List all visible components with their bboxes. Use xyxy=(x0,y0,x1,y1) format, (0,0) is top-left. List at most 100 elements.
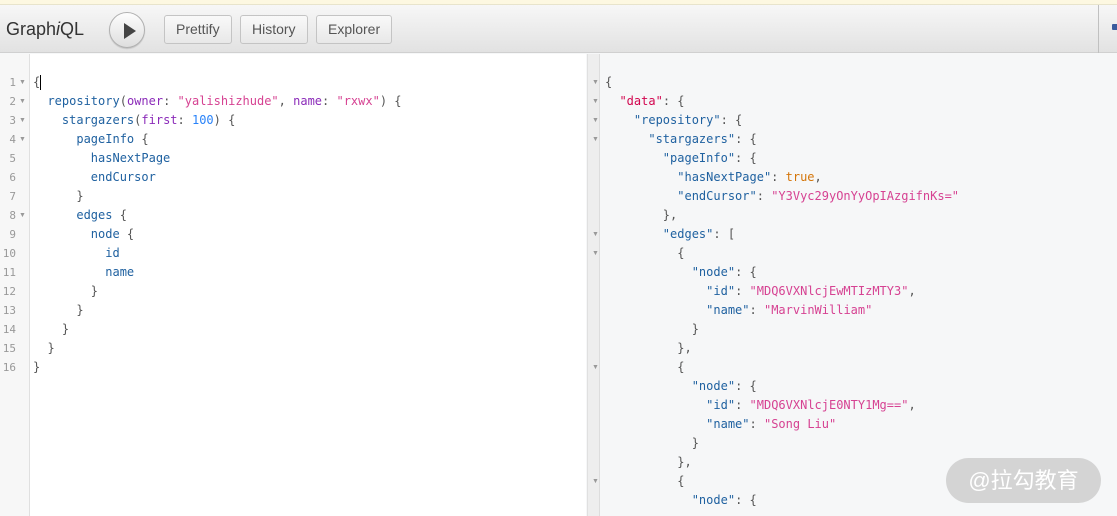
token-p: ) { xyxy=(213,113,236,127)
fold-arrow-icon[interactable]: ▼ xyxy=(19,111,26,130)
token-p: , xyxy=(908,398,916,412)
token-p xyxy=(605,151,663,165)
code-line: } xyxy=(605,320,699,339)
code-line: "name": "MarvinWilliam" xyxy=(605,301,872,320)
token-p: : { xyxy=(735,265,757,279)
token-p: }, xyxy=(605,455,692,469)
token-p xyxy=(605,379,692,393)
token-str: "Song Liu" xyxy=(763,417,837,431)
token-p: } xyxy=(33,360,41,374)
token-p xyxy=(605,132,648,146)
token-p: : xyxy=(177,113,192,127)
code-line: "id": "MDQ6VXNlcjEwMTIzMTY3", xyxy=(605,282,916,301)
line-number: 6 xyxy=(9,171,16,184)
token-field: name xyxy=(105,265,135,279)
query-editor[interactable]: 1 ▼{2 ▼ repository(owner: "yalishizhude", … xyxy=(0,54,586,516)
token-p: } xyxy=(33,284,99,298)
fold-arrow-icon[interactable]: ▼ xyxy=(592,111,599,130)
code-line: }, xyxy=(605,206,677,225)
token-p xyxy=(605,227,663,241)
line-number: 16 xyxy=(2,361,16,374)
app-title: GraphiQL xyxy=(6,19,84,40)
token-p: : xyxy=(749,303,764,317)
token-arg: first xyxy=(141,113,178,127)
fold-arrow-icon[interactable]: ▼ xyxy=(19,73,26,92)
fold-arrow-icon[interactable]: ▼ xyxy=(592,244,599,263)
code-line: "data": { xyxy=(605,92,684,111)
title-text: QL xyxy=(60,19,85,39)
docs-divider[interactable] xyxy=(1098,5,1099,53)
token-p xyxy=(33,170,91,184)
token-p: : { xyxy=(735,151,757,165)
fold-arrow-icon[interactable]: ▼ xyxy=(592,73,599,92)
token-p xyxy=(605,398,706,412)
code-line: { xyxy=(605,358,684,377)
code-line: { xyxy=(605,244,684,263)
code-line: edges { xyxy=(33,206,127,225)
prettify-button[interactable]: Prettify xyxy=(164,15,232,44)
fold-arrow-icon[interactable]: ▼ xyxy=(592,225,599,244)
token-str: "MarvinWilliam" xyxy=(763,303,873,317)
line-number: 4 xyxy=(9,133,16,146)
code-line: } xyxy=(33,282,98,301)
fold-arrow-icon[interactable]: ▼ xyxy=(19,130,26,149)
code-line: "node": { xyxy=(605,491,757,510)
fold-arrow-icon[interactable]: ▼ xyxy=(592,358,599,377)
token-key: "repository" xyxy=(633,113,721,127)
token-p: { xyxy=(134,132,149,146)
token-field: stargazers xyxy=(61,113,135,127)
token-p xyxy=(33,132,76,146)
history-button[interactable]: History xyxy=(240,15,308,44)
code-line: "name": "Song Liu" xyxy=(605,415,836,434)
result-viewer: ▼{▼ "data": {▼ "repository": {▼ "stargaz… xyxy=(587,54,1117,516)
code-line: { xyxy=(605,73,612,92)
execute-button[interactable] xyxy=(109,12,145,48)
token-field: id xyxy=(105,246,120,260)
line-number: 5 xyxy=(9,152,16,165)
token-field: hasNextPage xyxy=(90,151,171,165)
fold-arrow-icon[interactable]: ▼ xyxy=(592,92,599,111)
token-bool: true xyxy=(785,170,815,184)
code-line: stargazers(first: 100) { xyxy=(33,111,235,130)
token-p: { xyxy=(605,360,685,374)
code-line: node { xyxy=(33,225,134,244)
token-field: edges xyxy=(76,208,113,222)
line-number: 3 xyxy=(9,114,16,127)
token-p: { xyxy=(112,208,127,222)
fold-arrow-icon[interactable]: ▼ xyxy=(592,130,599,149)
token-p: : xyxy=(735,398,750,412)
fold-arrow-icon[interactable]: ▼ xyxy=(19,92,26,111)
token-key: "node" xyxy=(691,379,736,393)
fold-arrow-icon[interactable]: ▼ xyxy=(19,206,26,225)
token-key: "name" xyxy=(706,417,750,431)
code-line: "node": { xyxy=(605,377,757,396)
token-p xyxy=(33,208,76,222)
token-key: "edges" xyxy=(662,227,714,241)
token-p xyxy=(605,493,692,507)
code-line: endCursor xyxy=(33,168,156,187)
token-p: , xyxy=(814,170,822,184)
token-p: } xyxy=(33,303,84,317)
docs-toggle-icon[interactable] xyxy=(1112,24,1117,30)
token-p: : { xyxy=(735,132,757,146)
fold-arrow-icon[interactable]: ▼ xyxy=(592,472,599,491)
code-line: name xyxy=(33,263,134,282)
token-key: "endCursor" xyxy=(677,189,757,203)
token-p xyxy=(605,303,706,317)
code-line: id xyxy=(33,244,120,263)
code-line: hasNextPage xyxy=(33,149,170,168)
token-p xyxy=(605,265,692,279)
token-p: : [ xyxy=(713,227,736,241)
explorer-button[interactable]: Explorer xyxy=(316,15,393,44)
token-p: }, xyxy=(605,341,692,355)
code-line: "id": "MDQ6VXNlcjE0NTY1Mg==", xyxy=(605,396,916,415)
line-number: 9 xyxy=(9,228,16,241)
token-p xyxy=(33,227,91,241)
line-number: 13 xyxy=(2,304,16,317)
code-line: "endCursor": "Y3Vyc29yOnYyOpIAzgifnKs=" xyxy=(605,187,959,206)
text-cursor xyxy=(40,75,42,90)
code-line: } xyxy=(605,434,699,453)
token-str: "MDQ6VXNlcjE0NTY1Mg==" xyxy=(749,398,909,412)
token-p: } xyxy=(605,322,699,336)
token-str: "MDQ6VXNlcjEwMTIzMTY3" xyxy=(749,284,909,298)
